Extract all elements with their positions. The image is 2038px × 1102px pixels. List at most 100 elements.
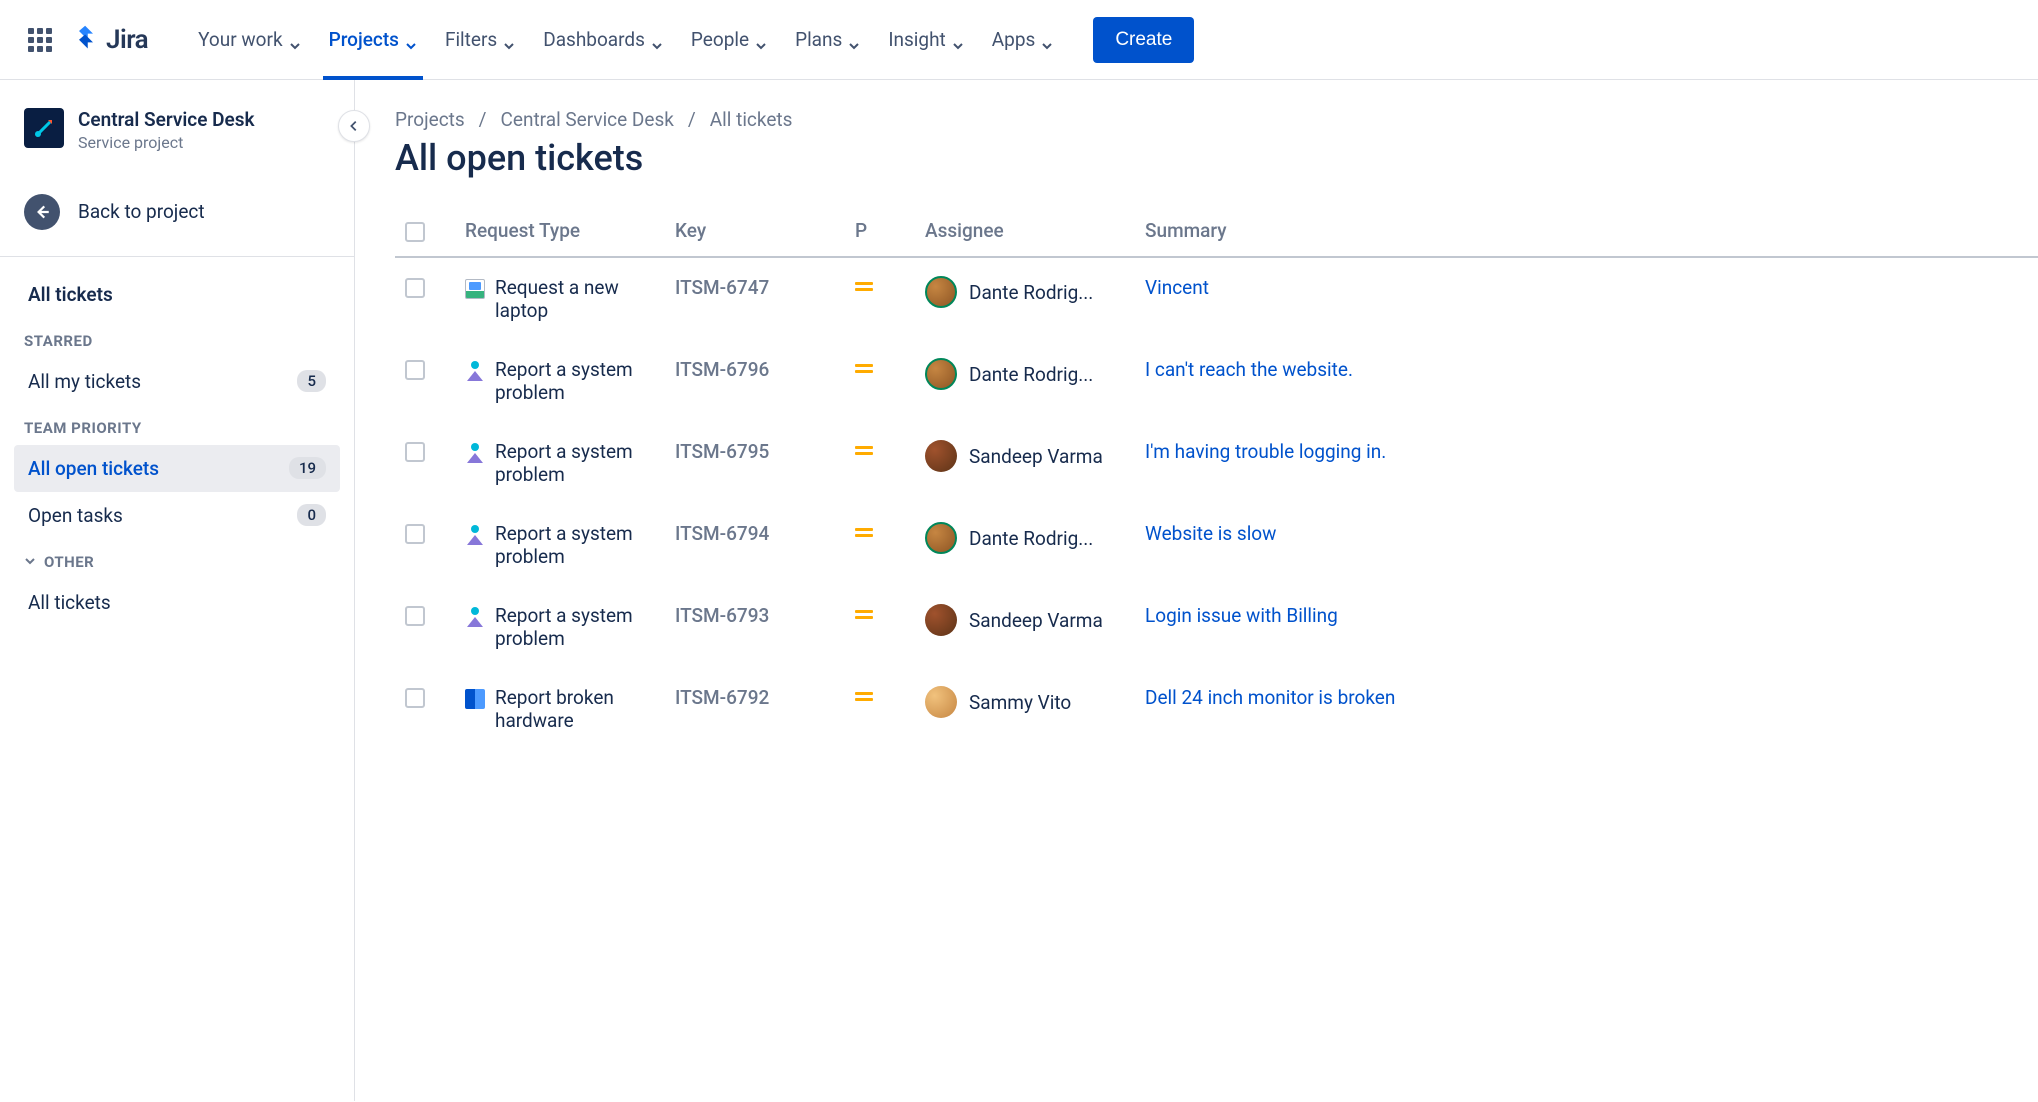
chevron-down-icon [289,34,301,46]
nav-projects[interactable]: Projects [315,0,431,80]
col-priority[interactable]: P [855,219,925,242]
breadcrumb-projects[interactable]: Projects [395,108,465,131]
sidebar-item-open-tasks[interactable]: Open tasks0 [14,492,340,539]
chevron-down-icon [848,34,860,46]
nav-filters[interactable]: Filters [431,0,529,80]
request-type-cell[interactable]: Report a system problem [465,522,675,568]
jira-logo[interactable]: Jira [72,24,148,56]
avatar [925,686,957,718]
issue-key[interactable]: ITSM-6792 [675,686,855,709]
avatar [925,604,957,636]
breadcrumb-queue[interactable]: All tickets [710,108,793,131]
request-type-cell[interactable]: Report a system problem [465,358,675,404]
row-checkbox[interactable] [405,442,425,462]
create-button[interactable]: Create [1093,17,1194,63]
sidebar-item-all-tickets[interactable]: All tickets [14,579,340,626]
avatar [925,440,957,472]
avatar [925,358,957,390]
col-request-type[interactable]: Request Type [465,219,675,242]
table-row: Report a system problemITSM-6796 Dante Ro… [395,340,2038,422]
sidebar-heading-other: OTHER [14,539,340,579]
row-checkbox[interactable] [405,278,425,298]
summary-link[interactable]: I'm having trouble logging in. [1145,440,2038,463]
count-badge: 0 [297,504,326,526]
assignee-cell[interactable]: Dante Rodrig... [925,358,1145,390]
sidebar-all-tickets[interactable]: All tickets [14,271,340,318]
sidebar-item-all-open-tickets[interactable]: All open tickets19 [14,445,340,492]
request-type-cell[interactable]: Report a system problem [465,440,675,486]
row-checkbox[interactable] [405,688,425,708]
issue-key[interactable]: ITSM-6796 [675,358,855,381]
row-checkbox[interactable] [405,360,425,380]
table-row: Request a new laptopITSM-6747 Dante Rodri… [395,258,2038,340]
assignee-cell[interactable]: Sandeep Varma [925,440,1145,472]
table-row: Report a system problemITSM-6795 Sandeep … [395,422,2038,504]
assignee-cell[interactable]: Sandeep Varma [925,604,1145,636]
avatar [925,276,957,308]
issue-key[interactable]: ITSM-6794 [675,522,855,545]
system-icon [465,607,485,627]
top-navigation: Jira Your workProjectsFiltersDashboardsP… [0,0,2038,80]
issue-key[interactable]: ITSM-6747 [675,276,855,299]
priority-medium-icon [855,692,873,701]
app-switcher-icon[interactable] [28,28,52,52]
chevron-down-icon [651,34,663,46]
request-type-cell[interactable]: Report broken hardware [465,686,675,732]
jira-logo-text: Jira [106,25,148,55]
laptop-icon [465,279,485,299]
avatar [925,522,957,554]
breadcrumb: Projects / Central Service Desk / All ti… [395,108,2038,131]
page-title: All open tickets [395,137,2038,179]
assignee-cell[interactable]: Dante Rodrig... [925,276,1145,308]
chevron-down-icon [1041,34,1053,46]
project-header[interactable]: Central Service Desk Service project [14,108,340,172]
request-type-cell[interactable]: Report a system problem [465,604,675,650]
col-key[interactable]: Key [675,219,855,242]
summary-link[interactable]: Vincent [1145,276,2038,299]
col-assignee[interactable]: Assignee [925,219,1145,242]
nav-your-work[interactable]: Your work [184,0,314,80]
summary-link[interactable]: I can't reach the website. [1145,358,2038,381]
chevron-down-icon [952,34,964,46]
col-summary[interactable]: Summary [1145,219,2038,242]
table-row: Report broken hardwareITSM-6792 Sammy Vit… [395,668,2038,750]
assignee-cell[interactable]: Sammy Vito [925,686,1145,718]
summary-link[interactable]: Login issue with Billing [1145,604,2038,627]
summary-link[interactable]: Website is slow [1145,522,2038,545]
system-icon [465,361,485,381]
chevron-down-icon [755,34,767,46]
system-icon [465,443,485,463]
breadcrumb-project[interactable]: Central Service Desk [501,108,674,131]
summary-link[interactable]: Dell 24 inch monitor is broken [1145,686,2038,709]
nav-dashboards[interactable]: Dashboards [529,0,677,80]
issue-key[interactable]: ITSM-6795 [675,440,855,463]
select-all-checkbox[interactable] [405,222,425,242]
request-type-cell[interactable]: Request a new laptop [465,276,675,322]
back-to-project[interactable]: Back to project [14,182,340,242]
nav-insight[interactable]: Insight [874,0,977,80]
assignee-cell[interactable]: Dante Rodrig... [925,522,1145,554]
issue-key[interactable]: ITSM-6793 [675,604,855,627]
system-icon [465,525,485,545]
breadcrumb-separator: / [688,108,696,131]
nav-plans[interactable]: Plans [781,0,874,80]
project-type: Service project [78,133,255,152]
priority-medium-icon [855,282,873,291]
nav-apps[interactable]: Apps [978,0,1068,80]
priority-medium-icon [855,610,873,619]
chevron-down-icon [24,553,36,571]
table-header-row: Request Type Key P Assignee Summary [395,219,2038,258]
row-checkbox[interactable] [405,606,425,626]
nav-people[interactable]: People [677,0,781,80]
priority-medium-icon [855,364,873,373]
chevron-down-icon [503,34,515,46]
back-arrow-icon [24,194,60,230]
sidebar-item-all-my-tickets[interactable]: All my tickets5 [14,358,340,405]
sidebar: Central Service Desk Service project Bac… [0,80,355,1101]
sidebar-collapse-button[interactable] [338,110,370,142]
sidebar-heading-starred: STARRED [14,318,340,358]
project-name: Central Service Desk [78,108,255,133]
row-checkbox[interactable] [405,524,425,544]
project-icon [24,108,64,148]
breadcrumb-separator: / [479,108,487,131]
